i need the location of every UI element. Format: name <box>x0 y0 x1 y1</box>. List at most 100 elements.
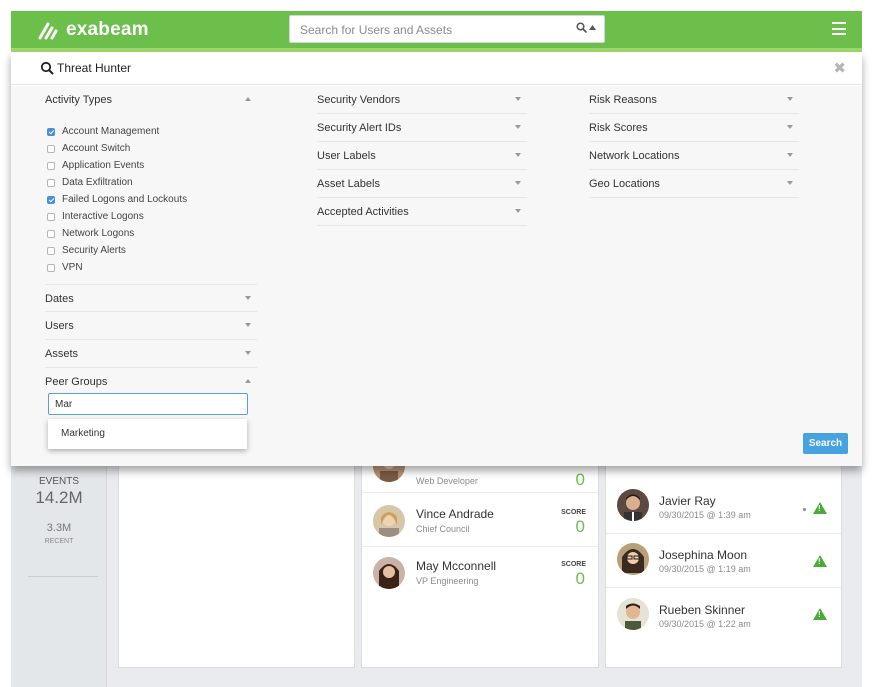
checkbox-interactive-logons[interactable]: Interactive Logons <box>47 208 187 225</box>
filter-label: Assets <box>45 348 79 360</box>
panel-title: Threat Hunter <box>57 61 132 75</box>
alert-user-name[interactable]: Javier Ray <box>659 494 716 508</box>
score-label: SCORE <box>561 509 586 516</box>
user-row[interactable]: Vince Andrade Chief Council SCORE 0 <box>362 494 598 547</box>
filter-area: Activity Types Account Management Accoun… <box>11 86 862 466</box>
chevron-down-icon <box>787 125 793 129</box>
checkbox-icon <box>47 161 55 170</box>
events-value: 14.2M <box>35 488 83 507</box>
brand-logo[interactable]: exabeam <box>38 17 149 43</box>
checkbox-icon <box>47 144 55 153</box>
close-icon[interactable]: ✖ <box>833 59 846 77</box>
user-title: VP Engineering <box>416 576 479 586</box>
checkbox-network-logons[interactable]: Network Logons <box>47 225 187 242</box>
filter-user-labels[interactable]: User Labels <box>317 142 527 170</box>
alert-row[interactable]: Josephina Moon 09/30/2015 @ 1:19 am <box>606 535 841 588</box>
warning-icon[interactable] <box>813 608 827 620</box>
filter-peer-groups[interactable]: Peer Groups <box>45 368 257 396</box>
filter-assets[interactable]: Assets <box>45 340 257 368</box>
checkbox-icon <box>47 127 55 136</box>
checkbox-failed-logons[interactable]: Failed Logons and Lockouts <box>47 191 187 208</box>
alert-row[interactable]: Javier Ray 09/30/2015 @ 1:39 am <box>606 481 841 534</box>
checkbox-application-events[interactable]: Application Events <box>47 157 187 174</box>
alert-time: 09/30/2015 @ 1:19 am <box>659 564 751 574</box>
checkbox-label: Application Events <box>62 160 145 171</box>
brand-name: exabeam <box>66 19 149 40</box>
peer-group-input[interactable] <box>48 393 248 415</box>
top-navigation-bar: exabeam <box>11 11 862 48</box>
chevron-down-icon <box>515 97 521 101</box>
user-row[interactable]: May Mcconnell VP Engineering SCORE 0 <box>362 547 598 600</box>
alert-time: 09/30/2015 @ 1:22 am <box>659 619 751 629</box>
checkbox-data-exfiltration[interactable]: Data Exfiltration <box>47 174 187 191</box>
events-summary: EVENTS 14.2M 3.3M RECENT <box>11 466 107 687</box>
caret-up-icon <box>589 25 596 30</box>
alert-user-name[interactable]: Rueben Skinner <box>659 603 745 617</box>
avatar <box>617 598 649 630</box>
checkbox-label: Security Alerts <box>62 245 126 256</box>
status-dot <box>803 508 806 511</box>
chevron-down-icon <box>787 181 793 185</box>
avatar <box>373 557 405 589</box>
filter-risk-scores[interactable]: Risk Scores <box>589 114 799 142</box>
checkbox-label: Network Logons <box>62 228 135 239</box>
filter-asset-labels[interactable]: Asset Labels <box>317 170 527 198</box>
alert-user-name[interactable]: Josephina Moon <box>659 548 747 562</box>
divider <box>28 576 98 577</box>
exabeam-logo-icon <box>38 22 58 40</box>
chevron-down-icon <box>515 209 521 213</box>
chevron-up-icon <box>245 379 251 383</box>
checkbox-account-management[interactable]: Account Management <box>47 123 187 140</box>
chevron-down-icon <box>245 323 251 327</box>
hamburger-menu-icon[interactable] <box>832 22 846 35</box>
chevron-down-icon <box>787 153 793 157</box>
threat-hunter-panel: Threat Hunter ✖ Activity Types Account M… <box>11 52 862 466</box>
user-name[interactable]: May Mcconnell <box>416 559 496 573</box>
filter-geo-locations[interactable]: Geo Locations <box>589 170 799 198</box>
checkbox-vpn[interactable]: VPN <box>47 259 187 276</box>
filter-label: Security Alert IDs <box>317 122 402 134</box>
dashboard-card-empty <box>118 466 355 668</box>
filter-label: Activity Types <box>45 94 113 106</box>
search-button[interactable]: Search <box>803 433 848 454</box>
filter-label: Users <box>45 320 74 332</box>
filter-risk-reasons[interactable]: Risk Reasons <box>589 86 799 114</box>
filter-label: User Labels <box>317 150 376 162</box>
alert-row[interactable]: Rueben Skinner 09/30/2015 @ 1:22 am <box>606 588 841 641</box>
checkbox-icon <box>47 229 55 238</box>
checkbox-icon <box>47 263 55 272</box>
avatar <box>373 505 405 537</box>
avatar <box>617 489 649 521</box>
filter-security-alert-ids[interactable]: Security Alert IDs <box>317 114 527 142</box>
filter-security-vendors[interactable]: Security Vendors <box>317 86 527 114</box>
filter-label: Accepted Activities <box>317 206 409 218</box>
warning-icon[interactable] <box>813 555 827 567</box>
user-name[interactable]: Vince Andrade <box>416 507 494 521</box>
checkbox-label: VPN <box>62 262 83 273</box>
filter-label: Dates <box>45 293 74 305</box>
filter-dates[interactable]: Dates <box>45 284 257 312</box>
filter-activity-types[interactable]: Activity Types <box>45 86 257 114</box>
suggestion-item[interactable]: Marketing <box>61 428 105 439</box>
checkbox-icon <box>47 195 55 204</box>
filter-label: Asset Labels <box>317 178 380 190</box>
search-icon <box>40 61 54 75</box>
score-label: SCORE <box>561 561 586 568</box>
checkbox-account-switch[interactable]: Account Switch <box>47 140 187 157</box>
user-title: Web Developer <box>416 476 478 486</box>
filter-network-locations[interactable]: Network Locations <box>589 142 799 170</box>
alert-time: 09/30/2015 @ 1:39 am <box>659 510 751 520</box>
recent-label: RECENT <box>44 538 74 545</box>
recent-value: 3.3M <box>46 522 72 534</box>
checkbox-icon <box>47 178 55 187</box>
checkbox-security-alerts[interactable]: Security Alerts <box>47 242 187 259</box>
peer-group-suggestions: Marketing <box>48 419 247 449</box>
global-search-input[interactable] <box>300 21 560 39</box>
filter-users[interactable]: Users <box>45 312 257 340</box>
search-icon[interactable] <box>576 22 596 33</box>
warning-icon[interactable] <box>813 502 827 514</box>
filter-accepted-activities[interactable]: Accepted Activities <box>317 198 527 226</box>
chevron-down-icon <box>245 296 251 300</box>
chevron-down-icon <box>787 97 793 101</box>
chevron-down-icon <box>515 125 521 129</box>
